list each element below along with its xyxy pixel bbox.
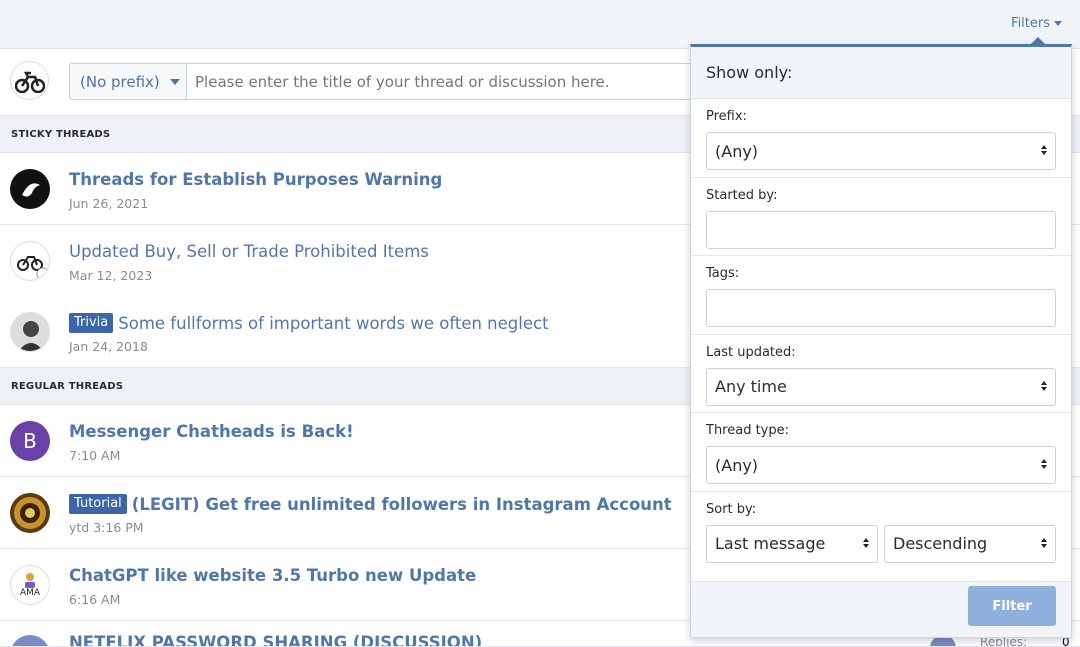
tags-input[interactable]	[706, 289, 1056, 327]
thread-title-input[interactable]	[186, 63, 706, 100]
prefix-value: (No prefix)	[80, 72, 160, 91]
section-label: STICKY THREADS	[11, 128, 111, 140]
thread-title: (LEGIT) Get free unlimited followers in …	[131, 494, 672, 514]
select-value: Last message	[715, 534, 826, 553]
thread-title-link[interactable]: ChatGPT like website 3.5 Turbo new Updat…	[69, 566, 476, 585]
caret-down-icon	[169, 78, 180, 85]
user-avatar[interactable]: B	[10, 421, 50, 461]
filters-toggle[interactable]: Filters	[1011, 16, 1062, 31]
started-by-label: Started by:	[706, 187, 778, 203]
thread-title: NETFLIX PASSWORD SHARING (DISCUSSION)	[69, 633, 483, 647]
thread-list-toolbar: Filters	[0, 0, 1080, 49]
thread-date[interactable]: Mar 12, 2023	[69, 268, 152, 283]
bird-icon	[22, 183, 40, 197]
user-avatar[interactable]: AMA	[10, 565, 50, 605]
emblem-icon	[14, 497, 46, 529]
person-photo-icon	[18, 321, 44, 351]
thread-title: ChatGPT like website 3.5 Turbo new Updat…	[69, 566, 477, 585]
prefix-filter-group: Prefix: (Any)	[691, 99, 1071, 178]
sort-by-label: Sort by:	[706, 501, 757, 517]
thread-title-link[interactable]: Updated Buy, Sell or Trade Prohibited It…	[69, 242, 429, 261]
select-arrows-icon	[1041, 459, 1047, 469]
thread-date[interactable]: 6:16 AM	[69, 592, 120, 607]
thread-date[interactable]: Jan 24, 2018	[69, 339, 148, 354]
select-arrows-icon	[1041, 145, 1047, 155]
sort-field-select[interactable]: Last message	[706, 524, 878, 563]
prefix-dropdown[interactable]: (No prefix)	[69, 63, 187, 100]
last-updated-select[interactable]: Any time	[706, 367, 1056, 406]
select-value: (Any)	[715, 455, 759, 475]
last-updated-label: Last updated:	[706, 344, 796, 360]
motorbike-icon	[14, 71, 45, 93]
select-arrows-icon	[1041, 537, 1047, 548]
thread-title: Threads for Establish Purposes Warning	[69, 170, 443, 189]
filter-button[interactable]: Filter	[968, 586, 1056, 626]
select-value: Descending	[893, 534, 988, 553]
thread-title: Some fullforms of important words we oft…	[118, 313, 549, 333]
motorbike-icon	[17, 256, 49, 280]
select-value: (Any)	[715, 141, 759, 161]
thread-date[interactable]: ytd 3:16 PM	[69, 520, 144, 535]
filters-menu: Show only: Prefix: (Any) Started by: Tag…	[690, 44, 1072, 638]
tags-label: Tags:	[706, 266, 740, 281]
thread-type-label: Thread type:	[706, 423, 790, 438]
thread-title-link[interactable]: NETFLIX PASSWORD SHARING (DISCUSSION)	[69, 633, 483, 647]
prefix-filter-label: Prefix:	[706, 109, 747, 124]
select-value: Any time	[715, 377, 787, 396]
sort-by-filter-group: Sort by: Last message Descending	[691, 492, 1071, 571]
thread-title: Messenger Chatheads is Back!	[69, 422, 354, 441]
thread-title-link[interactable]: Messenger Chatheads is Back!	[69, 422, 354, 441]
select-arrows-icon	[1041, 380, 1047, 391]
filters-menu-footer: Filter	[691, 581, 1071, 637]
caret-down-icon	[1054, 21, 1062, 26]
user-avatar[interactable]	[10, 493, 50, 533]
thread-title: Updated Buy, Sell or Trade Prohibited It…	[69, 242, 429, 261]
last-updated-filter-group: Last updated: Any time	[691, 335, 1071, 413]
section-label: REGULAR THREADS	[11, 380, 124, 392]
thread-date[interactable]: 7:10 AM	[69, 448, 120, 463]
filters-label: Filters	[1011, 16, 1050, 31]
thread-title-link[interactable]: Tutorial (LEGIT) Get free unlimited foll…	[69, 494, 672, 514]
user-avatar[interactable]	[10, 241, 50, 281]
user-avatar[interactable]	[10, 61, 49, 100]
prefix-label[interactable]: Tutorial	[69, 494, 127, 514]
select-arrows-icon	[863, 537, 869, 548]
thread-title-link[interactable]: Trivia Some fullforms of important words…	[69, 313, 549, 333]
sort-order-select[interactable]: Descending	[884, 524, 1056, 563]
user-avatar[interactable]	[10, 169, 50, 209]
avatar-letter: B	[23, 429, 37, 453]
started-by-input[interactable]	[706, 210, 1056, 249]
user-avatar[interactable]	[10, 635, 50, 646]
user-avatar[interactable]	[10, 312, 50, 352]
thread-type-filter-group: Thread type: (Any)	[691, 413, 1071, 492]
started-by-filter-group: Started by:	[691, 178, 1071, 256]
thread-date[interactable]: Jun 26, 2021	[69, 196, 148, 211]
thread-type-select[interactable]: (Any)	[706, 446, 1056, 484]
person-icon	[25, 573, 35, 588]
filters-menu-heading: Show only:	[691, 47, 1071, 99]
avatar-text: AMA	[19, 588, 41, 598]
thread-title-link[interactable]: Threads for Establish Purposes Warning	[69, 170, 442, 189]
prefix-label[interactable]: Trivia	[69, 313, 114, 333]
tags-filter-group: Tags:	[691, 256, 1071, 335]
prefix-filter-select[interactable]: (Any)	[706, 132, 1056, 170]
